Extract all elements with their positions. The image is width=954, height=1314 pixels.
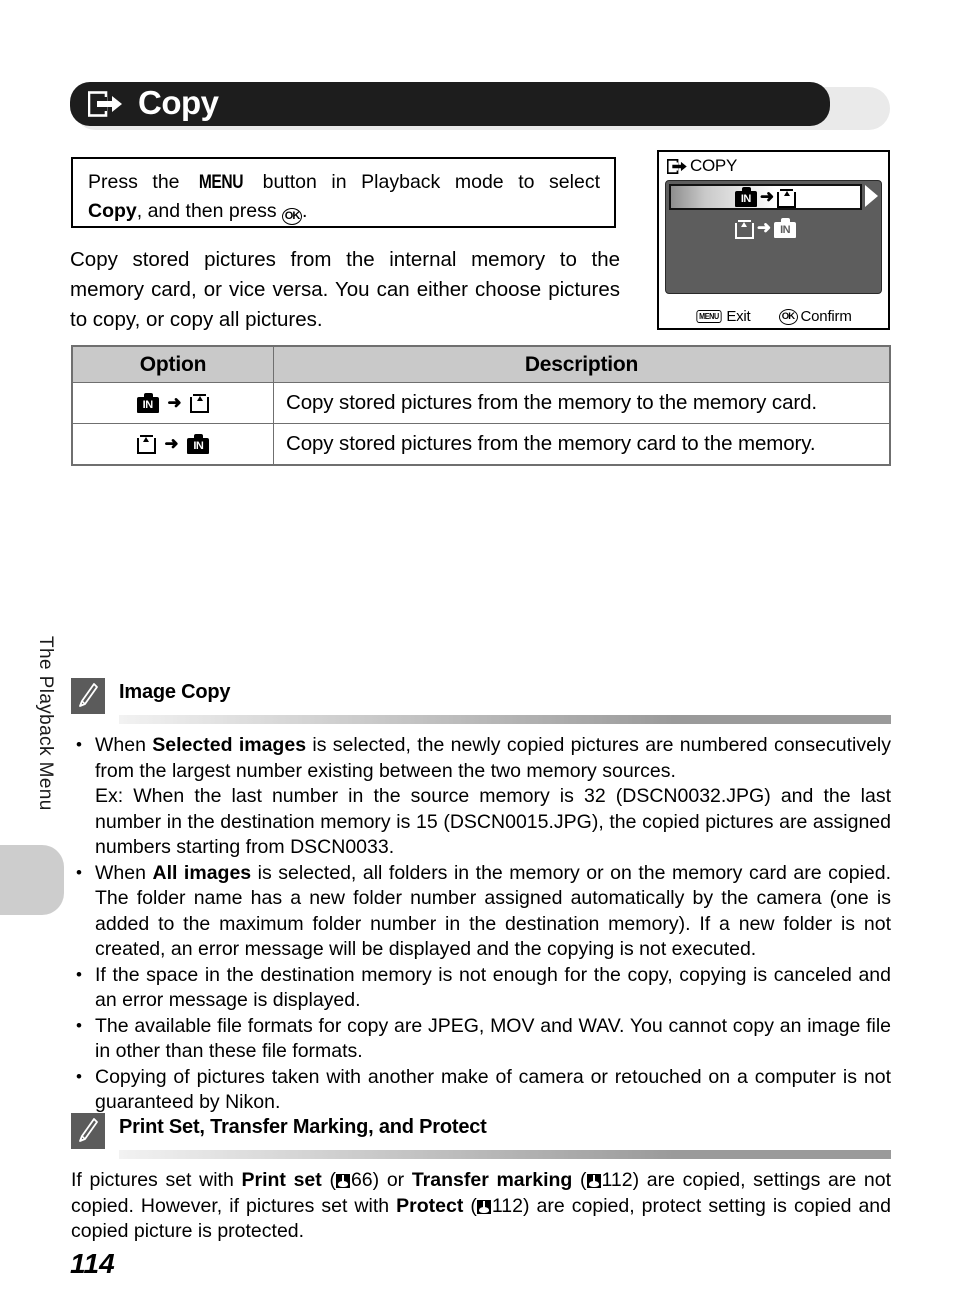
list-item: When Selected images is selected, the ne…: [71, 732, 891, 861]
ok-button-badge: OK: [778, 308, 798, 325]
manual-reference-icon: [586, 1174, 601, 1188]
note-header: Image Copy: [71, 678, 891, 714]
table-header-row: Option Description: [71, 345, 891, 383]
para-text-3: ) or: [372, 1169, 412, 1191]
memory-card-icon: [734, 218, 754, 239]
copy-icon: [666, 158, 688, 174]
para-bold-print-set: Print set: [241, 1169, 322, 1191]
table-cell-description: Copy stored pictures from the memory car…: [273, 423, 891, 466]
internal-memory-icon: IN: [774, 218, 797, 238]
memory-card-icon: [777, 187, 797, 208]
bullet-lead: The available file formats for copy are …: [95, 1014, 891, 1063]
arrow-right-icon: ➜: [167, 393, 182, 412]
lcd-screen: IN ➜ ➜ IN: [665, 180, 882, 294]
note-bullet-list: When Selected images is selected, the ne…: [71, 732, 891, 1116]
bullet-bold: All images: [152, 861, 252, 884]
lcd-confirm-label: Confirm: [800, 308, 852, 325]
list-item: If the space in the destination memory i…: [71, 962, 891, 1014]
internal-memory-icon: IN: [187, 434, 210, 454]
intro-paragraph: Copy stored pictures from the internal m…: [70, 248, 620, 331]
note-header: Print Set, Transfer Marking, and Protect: [71, 1113, 891, 1149]
para-text-2: (: [321, 1169, 336, 1191]
example-text: When the last number in the source memor…: [95, 785, 891, 858]
chapter-side-label: The Playback Menu: [35, 636, 56, 811]
instruction-text-2: button in Playback mode to select: [248, 171, 600, 193]
list-item: Copying of pictures taken with another m…: [71, 1064, 891, 1116]
para-ref-1: 66: [350, 1169, 373, 1191]
page-title: Copy: [138, 84, 219, 121]
table-cell-description: Copy stored pictures from the memory to …: [273, 382, 891, 424]
lcd-title-text: COPY: [690, 156, 737, 175]
note-divider: [119, 1150, 891, 1159]
list-item: When All images is selected, all folders…: [71, 860, 891, 963]
table-header-description: Description: [273, 345, 891, 383]
instruction-line-2: Copy, and then press OK.: [88, 197, 600, 226]
instruction-text-4: .: [302, 200, 308, 222]
note-print-set: Print Set, Transfer Marking, and Protect…: [71, 1113, 891, 1245]
note-image-copy: Image Copy When Selected images is selec…: [71, 678, 891, 1116]
bullet-lead: When: [95, 861, 153, 884]
note-body: If pictures set with Print set (66) or T…: [71, 1168, 891, 1245]
para-ref-2: 112: [601, 1169, 633, 1191]
internal-memory-icon: IN: [136, 393, 159, 413]
para-bold-transfer-marking: Transfer marking: [411, 1169, 573, 1191]
list-item: The available file formats for copy are …: [71, 1013, 891, 1065]
lcd-exit-hint: MENU Exit: [695, 308, 751, 325]
para-text-6: (: [463, 1194, 477, 1217]
note-title: Print Set, Transfer Marking, and Protect: [119, 1116, 487, 1138]
para-text-1: If pictures set with: [71, 1169, 242, 1191]
manual-reference-icon: [335, 1174, 350, 1188]
bullet-lead: If the space in the destination memory i…: [95, 963, 891, 1012]
note-title: Image Copy: [119, 681, 231, 703]
table-row: IN ➜ Copy stored pictures from the memor…: [71, 382, 891, 424]
table-header-option: Option: [71, 345, 274, 383]
camera-lcd-illustration: COPY IN ➜ ➜ IN MENU Exit OK Confirm: [657, 150, 890, 330]
internal-memory-icon: IN: [734, 187, 757, 207]
instruction-text-1: Press the: [88, 171, 195, 193]
example-label: Ex:: [95, 785, 134, 807]
table-cell-option-in-to-card: IN ➜: [71, 382, 274, 424]
chevron-right-icon: [865, 185, 878, 207]
page-number: 114: [70, 1248, 115, 1279]
ok-button-glyph: OK: [282, 208, 303, 225]
bullet-example: Ex: When the last number in the source m…: [95, 785, 891, 858]
header-bar: Copy: [70, 82, 830, 126]
page-header: Copy: [70, 82, 890, 130]
instruction-bold-copy: Copy: [88, 200, 137, 222]
table-row: ➜ IN Copy stored pictures from the memor…: [71, 423, 891, 466]
menu-button-glyph: MENU: [198, 172, 244, 193]
chapter-side-tab: [0, 845, 64, 915]
instruction-box: Press the MENU button in Playback mode t…: [71, 157, 616, 228]
table-cell-option-card-to-in: ➜ IN: [71, 423, 274, 466]
para-text-4: (: [572, 1169, 587, 1191]
para-ref-3: 112: [491, 1194, 523, 1217]
lcd-title-row: COPY: [659, 152, 888, 178]
manual-reference-icon: [476, 1199, 491, 1214]
arrow-right-icon: ➜: [164, 434, 179, 453]
pencil-icon: [71, 678, 105, 714]
arrow-right-icon: ➜: [759, 187, 775, 206]
para-bold-protect: Protect: [396, 1194, 464, 1217]
options-table: Option Description IN ➜ Copy stored pict…: [71, 345, 891, 466]
instruction-line-1: Press the MENU button in Playback mode t…: [88, 168, 600, 197]
instruction-text-3: , and then press: [136, 200, 283, 222]
bullet-lead: Copying of pictures taken with another m…: [95, 1065, 891, 1114]
lcd-menu-item-card-to-in[interactable]: ➜ IN: [669, 215, 862, 241]
pencil-icon: [71, 1113, 105, 1149]
memory-card-icon: [136, 433, 156, 454]
lcd-menu-item-in-to-card[interactable]: IN ➜: [669, 184, 862, 210]
copy-icon: [87, 91, 124, 117]
menu-button-badge: MENU: [696, 310, 722, 323]
note-paragraph: If pictures set with Print set (66) or T…: [71, 1168, 891, 1245]
lcd-footer: MENU Exit OK Confirm: [659, 308, 888, 325]
arrow-right-icon: ➜: [756, 218, 772, 237]
memory-card-icon: [190, 392, 210, 413]
bullet-lead: When: [95, 734, 153, 756]
note-body: When Selected images is selected, the ne…: [71, 732, 891, 1116]
lcd-exit-label: Exit: [726, 308, 751, 325]
bullet-bold: Selected images: [152, 734, 307, 756]
note-divider: [119, 715, 891, 724]
lcd-confirm-hint: OK Confirm: [778, 308, 852, 325]
